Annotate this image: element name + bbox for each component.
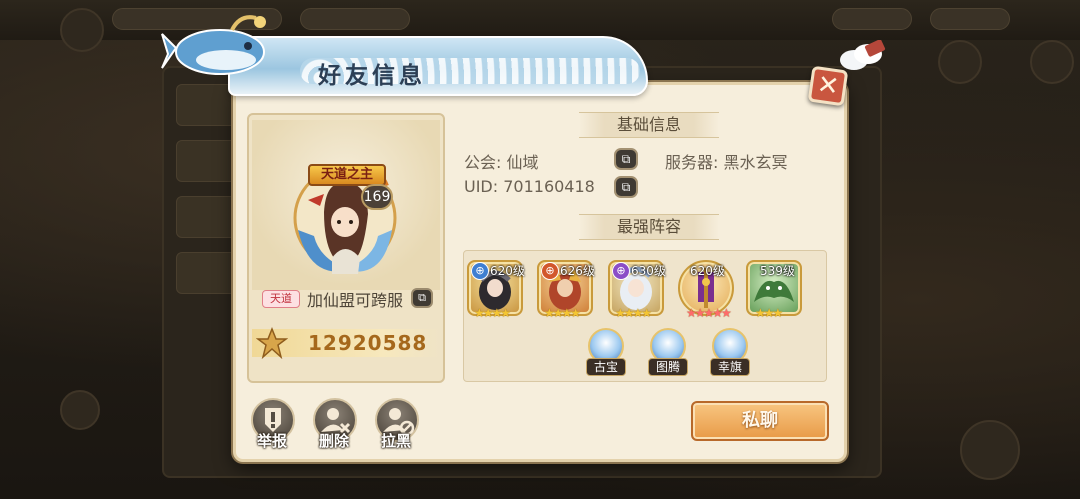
copy-icon[interactable]: ⧉ xyxy=(411,288,433,308)
background-icon xyxy=(60,390,100,430)
private-chat-button[interactable]: 私聊 xyxy=(691,401,829,441)
server-label: 服务器: 黑水玄冥 xyxy=(665,153,788,172)
hero-stars: ★★★★ xyxy=(615,306,652,320)
guild-label: 公会: 仙域 xyxy=(464,153,539,172)
cloud-decoration-icon xyxy=(840,40,886,70)
combat-power-icon xyxy=(256,327,288,359)
uid-label: UID: 701160418 xyxy=(464,177,595,196)
faction-icon: ⊕ xyxy=(471,262,489,280)
background-icon xyxy=(938,40,982,84)
hero-level: 620级 xyxy=(490,264,525,278)
copy-guild-icon[interactable]: ⧉ xyxy=(614,148,638,170)
rank-title-badge: 天道之主 xyxy=(308,164,386,186)
treasure-label: 图腾 xyxy=(648,358,688,376)
background-avatar xyxy=(60,8,104,52)
hero-level: 626级 xyxy=(560,264,595,278)
alliance-text: 加仙盟可跨服 xyxy=(307,291,404,310)
modal-title: 好友信息 xyxy=(318,62,426,89)
treasure-label: 古宝 xyxy=(586,358,626,376)
delete-label: 删除 xyxy=(319,432,350,450)
close-icon: ✕ xyxy=(815,69,841,103)
level-badge: 169 xyxy=(361,184,393,210)
character-portrait-icon xyxy=(293,166,397,274)
copy-uid-icon[interactable]: ⧉ xyxy=(614,176,638,198)
background-icon xyxy=(960,420,1020,480)
hero-stars: ★★★★ xyxy=(544,306,581,320)
whale-icon xyxy=(161,15,266,75)
report-label: 举报 xyxy=(257,432,288,450)
basic-info-header: 基础信息 xyxy=(579,112,719,138)
close-button[interactable]: ✕ xyxy=(807,65,849,107)
hero-level: 630级 xyxy=(631,264,666,278)
hero-stars: ★★★★ xyxy=(474,306,511,320)
hero-level: 539级 xyxy=(760,264,795,278)
combat-power-value: 12920588 xyxy=(308,331,428,355)
background-icon xyxy=(1030,40,1074,84)
hero-stars: ★★★★★ xyxy=(686,306,732,320)
faction-icon: ⊕ xyxy=(612,262,630,280)
treasure-label: 幸旗 xyxy=(710,358,750,376)
hero-stars: ★★★ xyxy=(755,306,783,320)
lineup-header: 最强阵容 xyxy=(579,214,719,240)
alliance-tag: 天道 xyxy=(262,290,300,308)
faction-icon: ⊕ xyxy=(541,262,559,280)
hero-level: 620级 xyxy=(690,264,725,278)
block-label: 拉黑 xyxy=(381,432,412,450)
